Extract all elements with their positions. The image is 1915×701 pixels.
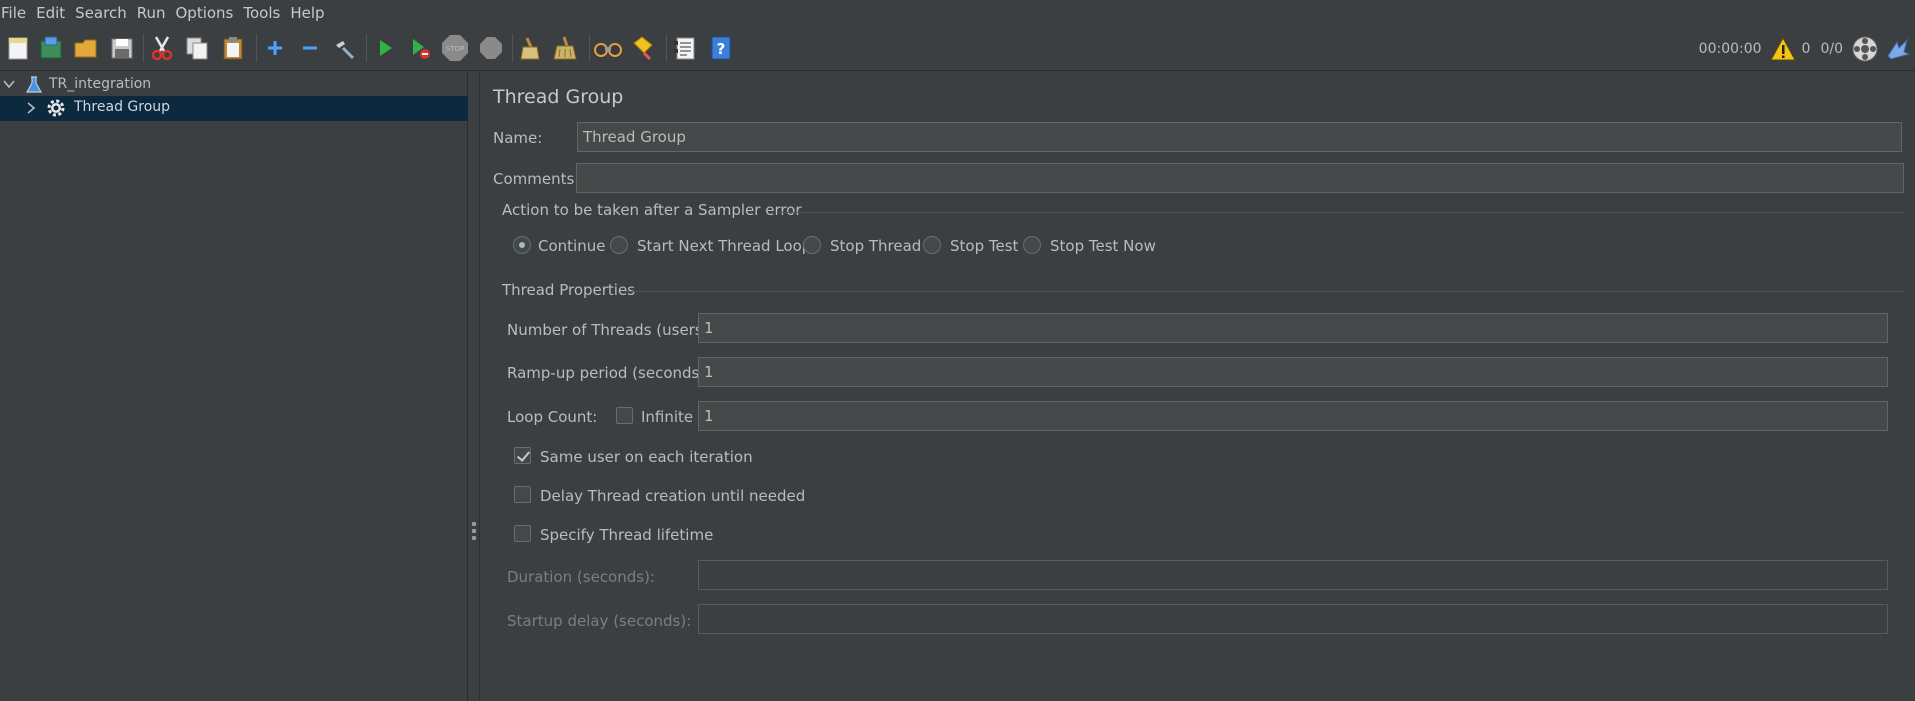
- shutdown-icon[interactable]: [475, 32, 507, 64]
- page-title: Thread Group: [493, 86, 624, 108]
- loop-count-label: Loop Count:: [507, 408, 598, 426]
- stop-test-now-radio[interactable]: [1023, 236, 1041, 254]
- function-helper-icon[interactable]: [669, 32, 701, 64]
- help-icon[interactable]: ?: [705, 32, 737, 64]
- tree-node-label: Thread Group: [74, 99, 171, 115]
- paste-icon[interactable]: [217, 32, 249, 64]
- specify-lifetime-label: Specify Thread lifetime: [540, 526, 714, 544]
- templates-icon[interactable]: [35, 32, 67, 64]
- infinite-checkbox[interactable]: [616, 407, 633, 424]
- menu-file[interactable]: File: [0, 4, 35, 22]
- ramp-up-label: Ramp-up period (seconds):: [507, 364, 711, 382]
- specify-lifetime-checkbox[interactable]: [514, 525, 531, 542]
- remove-icon[interactable]: [294, 32, 326, 64]
- stop-test-now-label: Stop Test Now: [1050, 237, 1156, 255]
- log-viewer-icon[interactable]: [1885, 36, 1911, 62]
- error-action-group-title: Action to be taken after a Sampler error: [502, 201, 802, 219]
- start-next-thread-loop-label: Start Next Thread Loop: [637, 237, 812, 255]
- num-threads-label: Number of Threads (users):: [507, 321, 714, 339]
- stop-thread-label: Stop Thread: [830, 237, 922, 255]
- stop-icon[interactable]: STOP: [439, 32, 471, 64]
- continue-label: Continue: [538, 237, 606, 255]
- delay-thread-checkbox[interactable]: [514, 486, 531, 503]
- continue-radio[interactable]: [513, 236, 531, 254]
- menu-tools[interactable]: Tools: [242, 4, 289, 22]
- menu-bar: File Edit Search Run Options Tools Help: [0, 0, 1915, 26]
- menu-help[interactable]: Help: [289, 4, 333, 22]
- same-user-checkbox[interactable]: [514, 447, 531, 464]
- stop-test-radio[interactable]: [923, 236, 941, 254]
- test-plan-flask-icon: [24, 75, 44, 95]
- warning-icon[interactable]: [1769, 36, 1796, 62]
- warning-count: 0: [1801, 40, 1811, 57]
- test-plan-tree: TR_integration Thread Group: [0, 72, 468, 701]
- svg-text:?: ?: [717, 40, 726, 58]
- thread-group-panel: Thread Group Name: Thread Group Comments…: [481, 72, 1915, 701]
- chevron-right-icon[interactable]: [24, 101, 38, 115]
- start-next-thread-loop-radio[interactable]: [610, 236, 628, 254]
- active-threads: 0/0: [1820, 40, 1843, 57]
- copy-icon[interactable]: [181, 32, 213, 64]
- duration-field[interactable]: [698, 560, 1888, 590]
- infinite-label: Infinite: [641, 408, 694, 426]
- elapsed-timer: 00:00:00: [1698, 40, 1762, 57]
- save-icon[interactable]: [106, 32, 138, 64]
- num-threads-field[interactable]: 1: [698, 313, 1888, 343]
- chevron-down-icon[interactable]: [2, 77, 16, 91]
- reset-search-icon[interactable]: [627, 32, 659, 64]
- duration-label: Duration (seconds):: [507, 568, 655, 586]
- menu-run[interactable]: Run: [136, 4, 175, 22]
- svg-text:STOP: STOP: [446, 45, 464, 53]
- stop-test-label: Stop Test: [950, 237, 1019, 255]
- clear-all-icon[interactable]: [550, 32, 582, 64]
- tree-node-test-plan[interactable]: TR_integration: [0, 73, 468, 98]
- comments-label: Comments:: [493, 170, 580, 188]
- add-icon[interactable]: [259, 32, 291, 64]
- tree-node-thread-group[interactable]: Thread Group: [0, 96, 468, 121]
- remote-engines-icon[interactable]: [1851, 35, 1879, 63]
- startup-delay-field[interactable]: [698, 604, 1888, 634]
- ramp-up-field[interactable]: 1: [698, 357, 1888, 387]
- toggle-icon[interactable]: [328, 32, 360, 64]
- open-icon[interactable]: [70, 32, 102, 64]
- stop-thread-radio[interactable]: [803, 236, 821, 254]
- tree-node-label: TR_integration: [49, 76, 152, 92]
- start-icon[interactable]: [369, 32, 401, 64]
- name-field[interactable]: Thread Group: [577, 122, 1902, 152]
- toolbar: STOP ? 00:00:00 0 0/0: [0, 26, 1915, 71]
- cut-icon[interactable]: [146, 32, 178, 64]
- thread-properties-title: Thread Properties: [502, 281, 636, 299]
- new-icon[interactable]: [2, 32, 34, 64]
- clear-icon[interactable]: [515, 32, 547, 64]
- menu-search[interactable]: Search: [74, 4, 136, 22]
- gear-icon: [45, 97, 67, 119]
- same-user-label: Same user on each iteration: [540, 448, 753, 466]
- menu-options[interactable]: Options: [174, 4, 242, 22]
- delay-thread-label: Delay Thread creation until needed: [540, 487, 806, 505]
- start-no-pauses-icon[interactable]: [404, 32, 436, 64]
- search-icon[interactable]: [592, 32, 624, 64]
- panel-splitter[interactable]: [469, 72, 480, 701]
- menu-edit[interactable]: Edit: [35, 4, 74, 22]
- name-label: Name:: [493, 129, 543, 147]
- comments-field[interactable]: [576, 163, 1904, 193]
- loop-count-field[interactable]: 1: [698, 401, 1888, 431]
- startup-delay-label: Startup delay (seconds):: [507, 612, 692, 630]
